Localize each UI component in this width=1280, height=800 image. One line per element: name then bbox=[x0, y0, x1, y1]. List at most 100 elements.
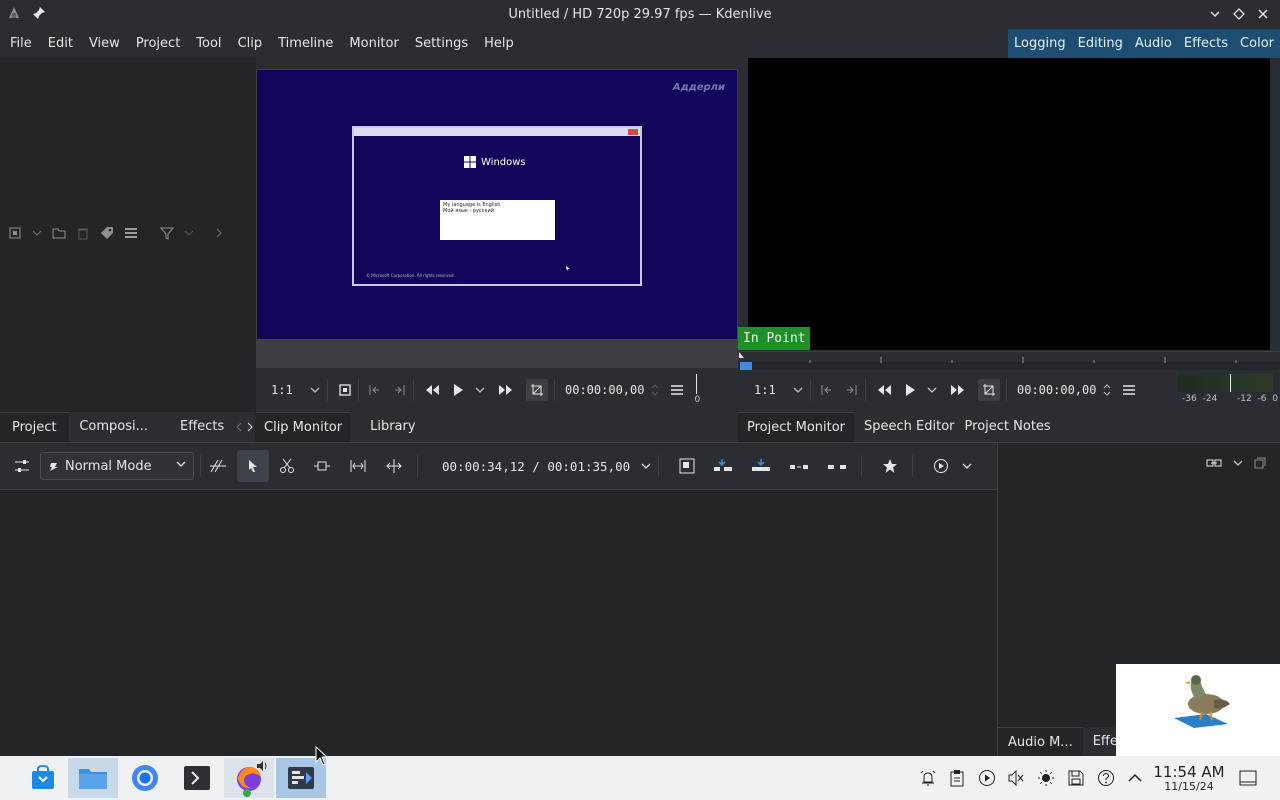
layout-logging[interactable]: Logging bbox=[1008, 29, 1072, 58]
chevron-right-icon[interactable] bbox=[245, 412, 255, 442]
track-settings-icon[interactable] bbox=[14, 458, 30, 474]
set-in-point-icon[interactable] bbox=[367, 383, 381, 397]
save-disk-icon[interactable] bbox=[1066, 768, 1086, 788]
taskbar-file-manager[interactable] bbox=[68, 758, 118, 798]
edit-mode-select[interactable]: Normal Mode bbox=[40, 452, 194, 480]
add-folder-icon[interactable] bbox=[52, 226, 66, 240]
menu-help[interactable]: Help bbox=[476, 29, 522, 58]
taskbar-terminal[interactable] bbox=[172, 758, 222, 798]
taskbar-firefox[interactable] bbox=[224, 758, 274, 798]
maximize-icon[interactable] bbox=[1230, 4, 1248, 24]
play-icon[interactable] bbox=[904, 383, 916, 397]
extract-icon[interactable] bbox=[827, 458, 847, 474]
chevron-down-icon[interactable] bbox=[640, 460, 652, 472]
tab-clip-monitor[interactable]: Clip Monitor bbox=[256, 412, 351, 442]
clip-timecode[interactable]: 00:00:00,00 bbox=[565, 383, 644, 397]
menu-settings[interactable]: Settings bbox=[407, 29, 476, 58]
menu-file[interactable]: File bbox=[2, 29, 40, 58]
delete-icon[interactable] bbox=[76, 226, 90, 240]
set-out-point-icon[interactable] bbox=[845, 383, 859, 397]
tab-project-notes[interactable]: Project Notes bbox=[965, 412, 1051, 442]
overwrite-clip-icon[interactable] bbox=[751, 458, 771, 474]
project-timecode[interactable]: 00:00:00,00 bbox=[1017, 383, 1096, 397]
tab-compositions[interactable]: Composi... bbox=[69, 412, 158, 442]
help-icon[interactable] bbox=[1096, 768, 1116, 788]
rewind-icon[interactable] bbox=[424, 383, 440, 397]
add-clip-icon[interactable] bbox=[8, 226, 22, 240]
link-icon[interactable] bbox=[1206, 457, 1222, 469]
show-desktop-icon[interactable] bbox=[1238, 768, 1258, 788]
record-voiceover-icon[interactable] bbox=[933, 458, 949, 474]
forward-icon[interactable] bbox=[498, 383, 514, 397]
tab-audio-mixer[interactable]: Audio M... bbox=[998, 727, 1083, 757]
pin-icon[interactable] bbox=[32, 6, 46, 20]
tab-speech-editor[interactable]: Speech Editor bbox=[854, 412, 965, 442]
layout-editing[interactable]: Editing bbox=[1072, 29, 1129, 58]
set-in-point-icon[interactable] bbox=[819, 383, 833, 397]
volume-muted-icon[interactable] bbox=[1006, 768, 1026, 788]
lift-icon[interactable] bbox=[789, 458, 809, 474]
select-tool-icon[interactable] bbox=[237, 450, 269, 482]
app-icon[interactable] bbox=[6, 5, 22, 21]
taskbar-chromium[interactable] bbox=[120, 758, 170, 798]
split-audio-icon[interactable] bbox=[679, 458, 695, 474]
spin-arrows-icon[interactable] bbox=[650, 382, 660, 398]
chevron-down-icon[interactable] bbox=[184, 228, 194, 238]
clock[interactable]: 11:54 AM 11/15/24 bbox=[1152, 764, 1226, 793]
menu-edit[interactable]: Edit bbox=[40, 29, 81, 58]
clip-zoom-select[interactable]: 1:1 bbox=[271, 383, 301, 397]
notifications-alarm-icon[interactable] bbox=[918, 768, 938, 788]
set-out-point-icon[interactable] bbox=[393, 383, 407, 397]
media-player-icon[interactable] bbox=[977, 768, 997, 788]
layout-effects[interactable]: Effects bbox=[1178, 29, 1234, 58]
spacer-tool-icon[interactable] bbox=[209, 458, 227, 474]
tab-effects-left[interactable]: Effects bbox=[170, 412, 234, 442]
chevron-down-icon[interactable] bbox=[474, 384, 486, 396]
chevron-up-icon[interactable] bbox=[1125, 768, 1145, 788]
menu-icon[interactable] bbox=[124, 226, 138, 240]
roll-tool-icon[interactable] bbox=[385, 458, 403, 474]
chevron-left-icon[interactable] bbox=[234, 412, 244, 442]
close-icon[interactable] bbox=[1254, 4, 1272, 24]
timeline-timecode[interactable]: 00:00:34,12 / 00:01:35,00 bbox=[442, 459, 630, 474]
fullscreen-icon[interactable] bbox=[338, 383, 352, 397]
chevron-down-icon[interactable] bbox=[926, 384, 938, 396]
float-panel-icon[interactable] bbox=[1254, 457, 1266, 469]
timeline-area[interactable] bbox=[0, 490, 997, 756]
minimize-icon[interactable] bbox=[1206, 4, 1224, 24]
favorite-star-icon[interactable] bbox=[882, 458, 898, 474]
crop-icon[interactable] bbox=[978, 379, 1000, 401]
menu-view[interactable]: View bbox=[81, 29, 128, 58]
menu-timeline[interactable]: Timeline bbox=[270, 29, 341, 58]
crop-icon[interactable] bbox=[526, 379, 548, 401]
play-icon[interactable] bbox=[452, 383, 464, 397]
filter-icon[interactable] bbox=[160, 226, 174, 240]
project-zoom-select[interactable]: 1:1 bbox=[754, 383, 784, 397]
menu-icon[interactable] bbox=[1122, 383, 1136, 397]
menu-clip[interactable]: Clip bbox=[230, 29, 271, 58]
layout-color[interactable]: Color bbox=[1234, 29, 1280, 58]
brightness-icon[interactable] bbox=[1036, 768, 1056, 788]
tag-icon[interactable] bbox=[100, 226, 114, 240]
menu-icon[interactable] bbox=[670, 383, 684, 397]
rewind-icon[interactable] bbox=[876, 383, 892, 397]
chevron-down-icon[interactable] bbox=[32, 228, 42, 238]
project-monitor-screen[interactable] bbox=[748, 58, 1270, 350]
project-ruler[interactable] bbox=[738, 351, 1280, 370]
tab-library[interactable]: Library bbox=[350, 412, 435, 442]
chevron-down-icon[interactable] bbox=[1232, 457, 1244, 469]
forward-icon[interactable] bbox=[950, 383, 966, 397]
clipboard-icon[interactable] bbox=[947, 768, 967, 788]
menu-project[interactable]: Project bbox=[128, 29, 188, 58]
chevron-right-icon[interactable] bbox=[214, 228, 224, 238]
chevron-down-icon[interactable] bbox=[309, 384, 321, 396]
tab-project-bin[interactable]: Project ... bbox=[0, 412, 70, 465]
taskbar-app-store[interactable] bbox=[18, 758, 68, 798]
slip-tool-icon[interactable] bbox=[313, 458, 331, 474]
chevron-down-icon[interactable] bbox=[961, 460, 973, 472]
chevron-down-icon[interactable] bbox=[792, 384, 804, 396]
menu-tool[interactable]: Tool bbox=[188, 29, 229, 58]
layout-audio[interactable]: Audio bbox=[1129, 29, 1178, 58]
menu-monitor[interactable]: Monitor bbox=[341, 29, 406, 58]
clip-ruler[interactable] bbox=[256, 340, 738, 368]
